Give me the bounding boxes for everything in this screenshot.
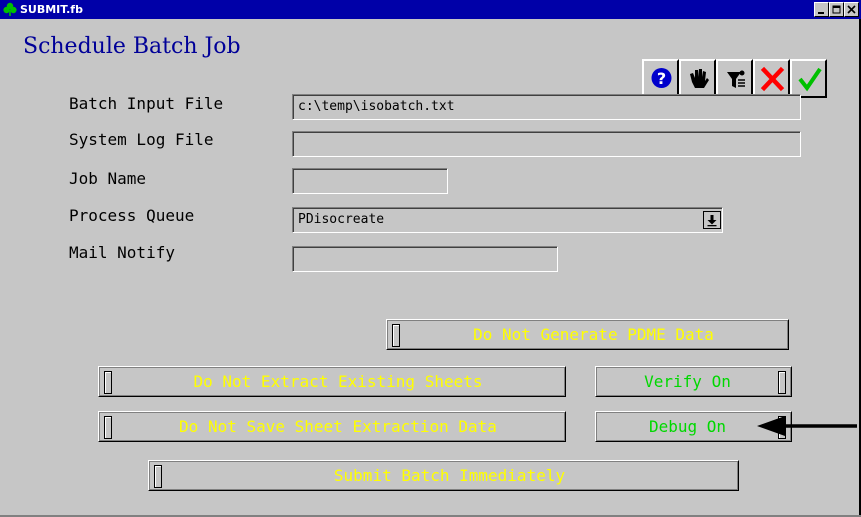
- save-extraction-toggle[interactable]: Do Not Save Sheet Extraction Data: [98, 411, 566, 442]
- batch-input-file-label: Batch Input File: [69, 94, 224, 113]
- system-log-file-label: System Log File: [69, 130, 214, 149]
- help-icon: ?: [651, 68, 672, 88]
- verify-toggle[interactable]: Verify On: [595, 366, 792, 397]
- cancel-button[interactable]: [753, 59, 790, 98]
- toggle-knob: [104, 371, 112, 394]
- verify-toggle-label: Verify On: [644, 372, 731, 391]
- close-button[interactable]: [844, 2, 859, 17]
- cancel-icon: [760, 66, 785, 92]
- hand-button[interactable]: [679, 59, 716, 98]
- submit-immediately-toggle[interactable]: Submit Batch Immediately: [148, 460, 739, 491]
- pdme-data-toggle-label: Do Not Generate PDME Data: [473, 325, 714, 344]
- system-log-file-field[interactable]: [292, 131, 801, 157]
- mail-notify-label: Mail Notify: [69, 243, 175, 262]
- process-queue-select[interactable]: PDisocreate: [292, 207, 723, 233]
- restore-button[interactable]: [829, 2, 844, 17]
- process-queue-label: Process Queue: [69, 206, 195, 225]
- help-button[interactable]: ?: [642, 59, 679, 98]
- minimize-button[interactable]: [814, 2, 829, 17]
- restore-icon: [832, 5, 841, 14]
- save-extraction-toggle-label: Do Not Save Sheet Extraction Data: [179, 417, 497, 436]
- ok-icon: [798, 67, 822, 92]
- clover-icon: [3, 2, 17, 16]
- pdme-data-toggle[interactable]: Do Not Generate PDME Data: [386, 319, 789, 350]
- close-icon: [847, 5, 856, 14]
- pointer-arrow-icon: [757, 416, 857, 436]
- toggle-knob: [392, 324, 400, 347]
- job-name-field[interactable]: [292, 168, 448, 194]
- minimize-icon: [818, 12, 824, 14]
- dropdown-arrow-icon: [707, 215, 717, 227]
- toggle-knob: [154, 465, 162, 488]
- ok-button[interactable]: [790, 59, 827, 98]
- toggle-knob: [104, 416, 112, 439]
- process-queue-dropdown-button[interactable]: [703, 211, 721, 229]
- filter-button[interactable]: [716, 59, 753, 98]
- mail-notify-field[interactable]: [292, 246, 558, 272]
- svg-text:?: ?: [657, 69, 666, 88]
- toggle-knob: [778, 371, 786, 394]
- window-title: SUBMIT.fb: [20, 3, 83, 16]
- job-name-label: Job Name: [69, 169, 147, 188]
- extract-sheets-toggle[interactable]: Do Not Extract Existing Sheets: [98, 366, 566, 397]
- hand-icon: [690, 69, 709, 88]
- batch-input-file-field[interactable]: c:\temp\isobatch.txt: [292, 94, 801, 120]
- filter-icon: [727, 70, 745, 88]
- submit-window: SUBMIT.fb Schedule Batch Job ? Batch Inp…: [0, 0, 861, 517]
- submit-immediately-toggle-label: Submit Batch Immediately: [333, 466, 566, 485]
- debug-toggle-label: Debug On: [648, 417, 727, 436]
- page-title: Schedule Batch Job: [23, 34, 241, 59]
- title-bar[interactable]: SUBMIT.fb: [0, 0, 861, 19]
- extract-sheets-toggle-label: Do Not Extract Existing Sheets: [193, 372, 483, 391]
